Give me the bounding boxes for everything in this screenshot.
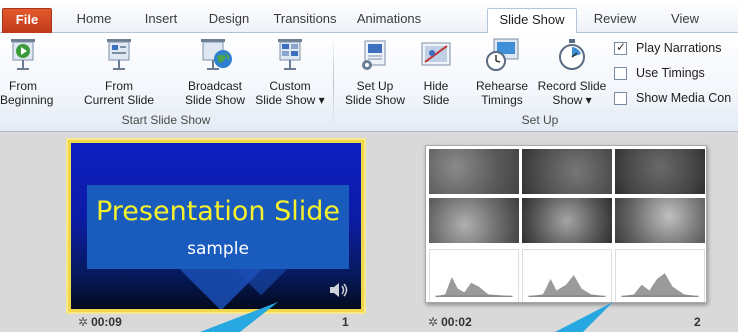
use-timings-label: Use Timings [636,66,705,80]
checkbox-unchecked-icon [614,67,627,80]
checkbox-unchecked-icon [614,92,627,105]
tab-home[interactable]: Home [70,8,118,33]
tab-file[interactable]: File [2,8,52,33]
broadcast-label-1: Broadcast [187,79,243,93]
broadcast-label-2: Slide Show [184,93,246,107]
stopwatch-icon [559,39,585,70]
tab-insert[interactable]: Insert [136,8,186,33]
histogram-plot [429,249,519,302]
slide-thumbnail-1[interactable]: Presentation Slide sample [68,140,364,312]
ribbon-panel: From Beginning From Current Slide Broadc… [0,33,738,132]
histogram-plot [522,249,612,302]
micrograph-image [522,149,612,194]
tab-view[interactable]: View [665,8,705,33]
micrograph-image [429,149,519,194]
custom-slides-icon [278,39,302,70]
transition-star-icon[interactable]: ✲ [428,315,438,329]
slide-1-timing: ✲ 00:09 [78,315,122,329]
projector-icon [107,39,131,70]
from-current-slide-button[interactable]: From Current Slide [72,35,166,107]
ribbon-tab-bar: File Home Insert Design Transitions Anim… [0,0,738,34]
tab-animations[interactable]: Animations [350,8,428,33]
slide-2-timing: ✲ 00:02 [428,315,472,329]
slide-1-number: 1 [342,315,349,329]
group-separator [333,37,334,127]
rehearse-label-1: Rehearse [475,79,529,93]
slide-subtitle: sample [187,239,249,259]
broadcast-slide-show-button[interactable]: Broadcast Slide Show [180,35,250,107]
set-up-slide-show-button[interactable]: Set Up Slide Show [340,35,410,107]
callout-arrow-icon [555,302,613,332]
tab-review[interactable]: Review [590,8,640,33]
from-beginning-label-1: From [9,79,37,93]
histogram-plot [615,249,705,302]
play-narrations-label: Play Narrations [636,41,722,55]
rehearse-timings-button[interactable]: Rehearse Timings [470,35,534,107]
rehearse-label-2: Timings [481,93,523,107]
micrograph-image [429,198,519,243]
from-current-label-2: Current Slide [83,93,155,107]
tab-slide-show[interactable]: Slide Show [487,8,577,34]
checkbox-checked-icon [614,40,627,55]
from-beginning-label-2: Beginning [0,93,54,107]
record-label-1: Record Slide [537,79,607,93]
speaker-icon [330,283,348,297]
set-up-group-label: Set Up [521,113,559,127]
slide-2-time: 00:02 [441,315,472,329]
record-label-2: Show ▾ [552,93,592,107]
hide-slide-button[interactable]: Hide Slide [412,35,460,107]
broadcast-globe-icon [201,39,232,70]
transition-star-icon[interactable]: ✲ [78,315,88,329]
slide-thumbnail-2[interactable] [425,145,707,303]
custom-label-2: Slide Show ▾ [255,93,325,107]
tab-transitions[interactable]: Transitions [265,8,345,33]
tab-design[interactable]: Design [200,8,258,33]
slide-2-number: 2 [694,315,701,329]
from-current-label-1: From [105,79,133,93]
setup-icon [362,40,386,70]
hide-slide-label-2: Slide [422,93,450,107]
projector-play-icon [11,39,35,70]
from-beginning-button[interactable]: From Beginning [0,35,54,107]
callout-arrow-icon [200,302,278,332]
slide-1-time: 00:09 [91,315,122,329]
setup-label-2: Slide Show [344,93,406,107]
slide-title: Presentation Slide [95,196,341,227]
start-slide-show-group-label: Start Slide Show [121,113,211,127]
micrograph-image [615,149,705,194]
rehearse-timings-icon [486,38,519,71]
hide-slide-icon [421,42,451,66]
hide-slide-label-1: Hide [423,79,449,93]
slide-sorter-pane: Presentation Slide sample ✲ 00:09 1 ✲ 00… [0,132,738,332]
micrograph-image [522,198,612,243]
show-media-controls-label: Show Media Con [636,91,732,105]
micrograph-image [615,198,705,243]
custom-slide-show-button[interactable]: Custom Slide Show ▾ [252,35,328,107]
custom-label-1: Custom [269,79,311,93]
setup-label-1: Set Up [356,79,394,93]
record-slide-show-button[interactable]: Record Slide Show ▾ [534,35,610,107]
